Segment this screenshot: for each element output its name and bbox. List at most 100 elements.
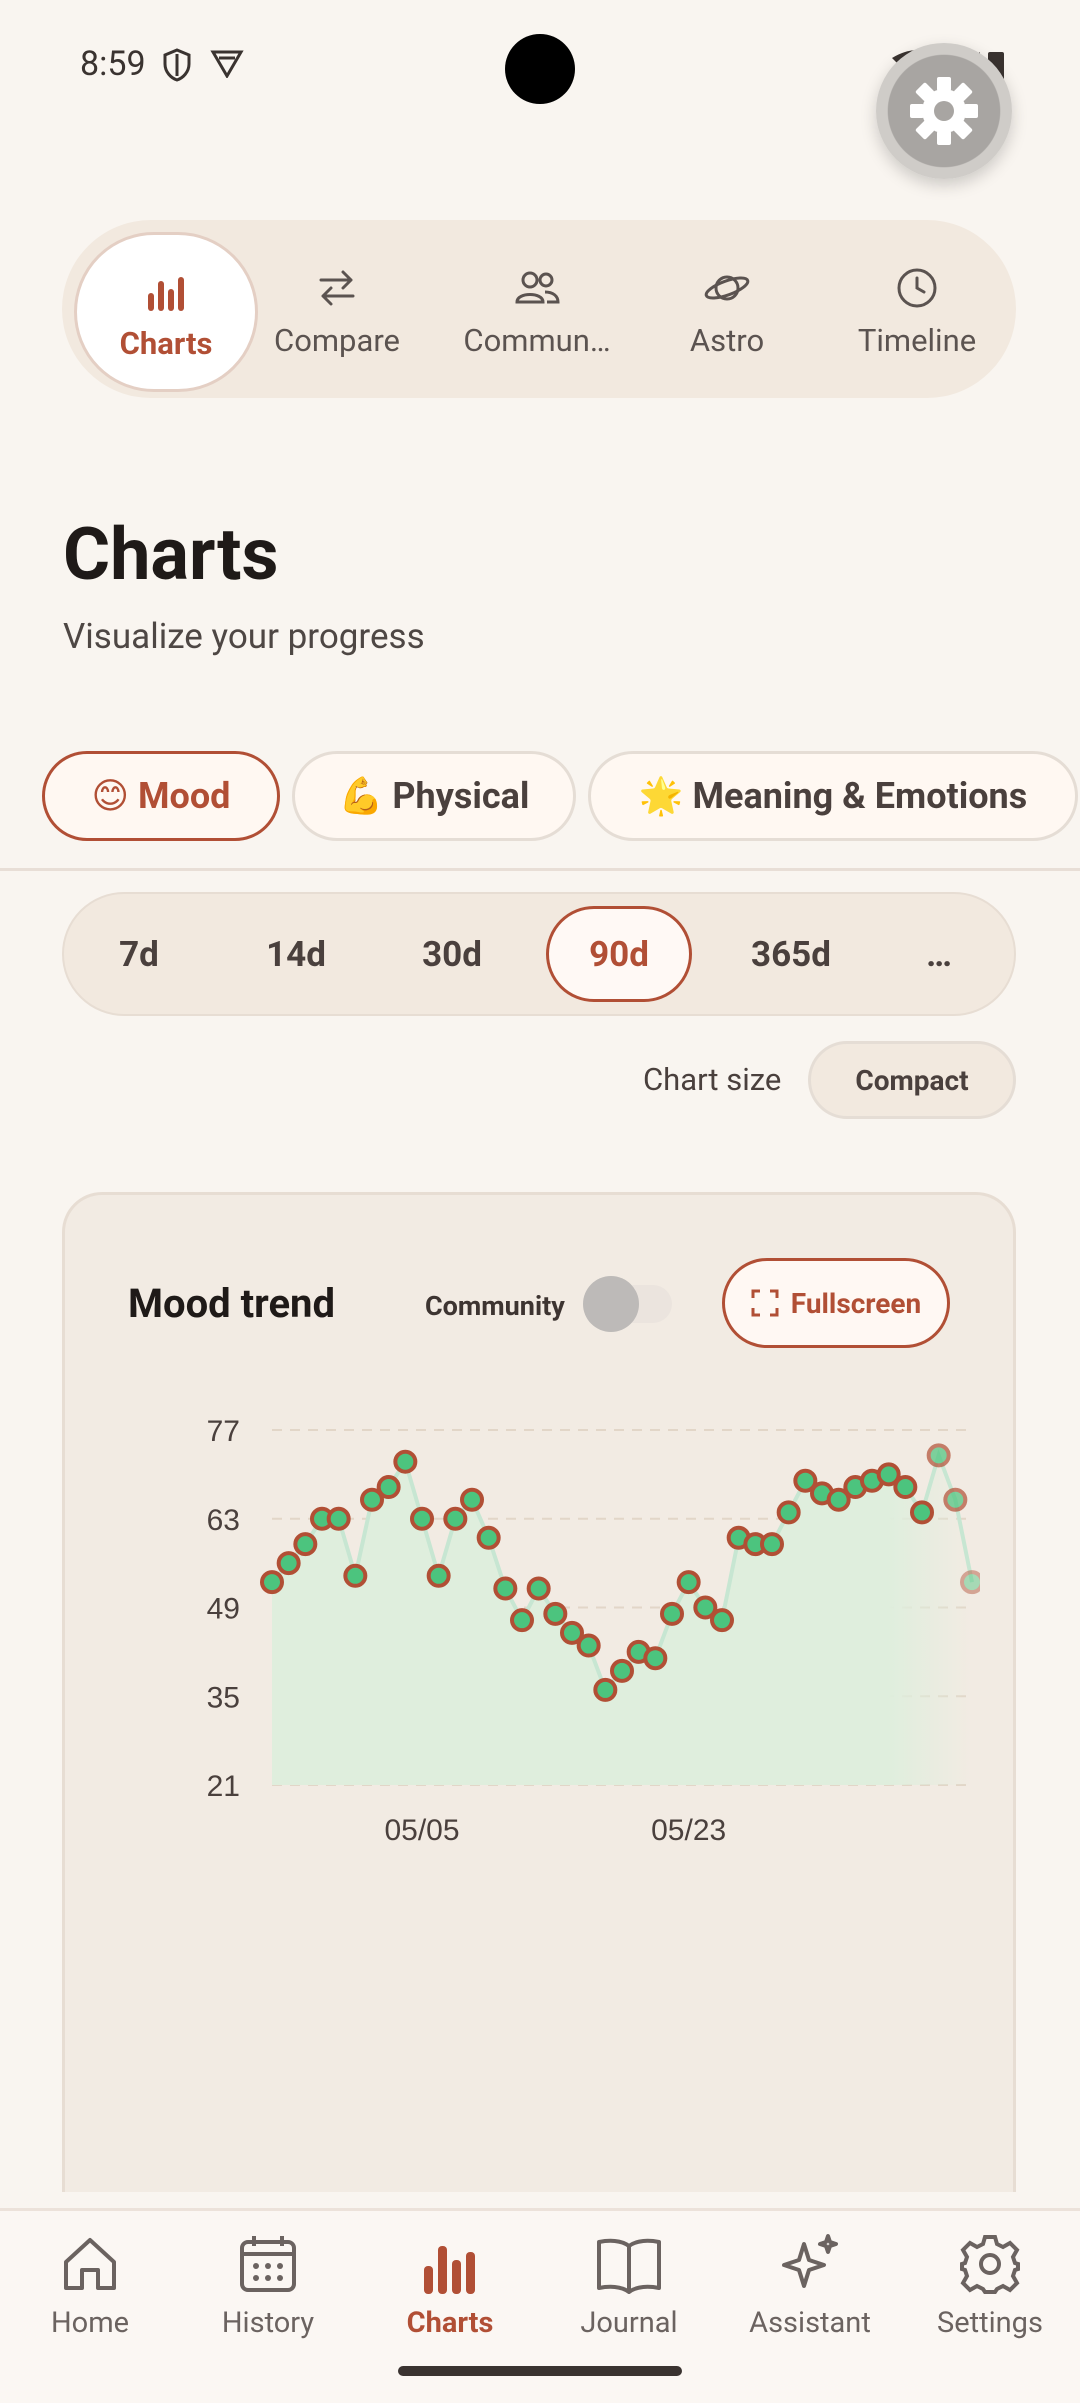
home-indicator — [398, 2366, 682, 2376]
data-point — [376, 1475, 401, 1500]
nav-charts[interactable]: Charts — [360, 2228, 540, 2340]
chart-title: Mood trend — [128, 1280, 335, 1327]
y-tick-label: 77 — [207, 1415, 240, 1448]
data-point — [510, 1608, 534, 1633]
bar-chart-icon — [148, 276, 184, 311]
nav-journal[interactable]: Journal — [539, 2228, 719, 2340]
nav-assistant[interactable]: Assistant — [720, 2228, 900, 2340]
page-subtitle: Visualize your progress — [63, 616, 425, 657]
nav-label: Journal — [580, 2306, 678, 2340]
status-time: 8:59 — [80, 44, 146, 84]
tab-label: Astro — [689, 321, 765, 359]
clock-icon — [897, 268, 937, 307]
people-icon — [515, 271, 560, 303]
chart-size-label: Chart size — [643, 1061, 782, 1098]
bar-chart-icon — [424, 2246, 475, 2294]
y-tick-label: 21 — [207, 1770, 240, 1803]
data-point — [476, 1525, 501, 1550]
mood-trend-chart[interactable]: 77 63 49 35 21 05/05 05/23 — [180, 1380, 980, 1860]
shield-icon — [163, 48, 191, 82]
data-point — [326, 1506, 351, 1531]
chart-size-button[interactable]: Compact — [808, 1041, 1016, 1119]
y-tick-label: 63 — [207, 1504, 240, 1537]
data-point — [610, 1658, 634, 1683]
data-point — [660, 1601, 684, 1626]
data-point — [410, 1506, 434, 1531]
chip-meaning-emotions[interactable]: 🌟 Meaning & Emotions — [588, 751, 1078, 841]
gear-icon — [910, 77, 978, 145]
data-point — [426, 1563, 451, 1588]
nav-label: Home — [50, 2306, 130, 2340]
divider — [0, 868, 1080, 871]
front-camera — [505, 34, 575, 104]
data-point — [493, 1576, 518, 1601]
fullscreen-button[interactable]: Fullscreen — [722, 1258, 950, 1348]
tab-community[interactable]: Commun… — [457, 220, 617, 398]
range-30d[interactable]: 30d — [397, 894, 507, 1014]
tab-label: Charts — [119, 324, 213, 362]
x-tick-label: 05/05 — [384, 1814, 459, 1847]
data-point — [260, 1570, 284, 1595]
data-point — [643, 1646, 668, 1671]
data-point — [943, 1487, 968, 1512]
planet-icon — [704, 275, 750, 300]
chip-physical[interactable]: 💪 Physical — [292, 751, 576, 841]
data-point — [926, 1443, 951, 1468]
data-point — [760, 1532, 784, 1557]
nav-label: Assistant — [749, 2306, 871, 2340]
tab-compare[interactable]: Compare — [272, 220, 402, 398]
swap-arrows-icon — [319, 270, 355, 305]
nav-history[interactable]: History — [178, 2228, 358, 2340]
fullscreen-label: Fullscreen — [790, 1286, 922, 1320]
data-point — [460, 1487, 484, 1512]
data-point — [276, 1551, 301, 1576]
nav-label: Charts — [406, 2306, 494, 2340]
y-tick-label: 49 — [207, 1593, 240, 1626]
community-label: Community — [425, 1290, 565, 1322]
nav-label: Settings — [937, 2306, 1043, 2340]
tab-astro[interactable]: Astro — [662, 220, 792, 398]
range-7d[interactable]: 7d — [84, 894, 194, 1014]
range-90d[interactable]: 90d — [546, 906, 692, 1002]
nav-home[interactable]: Home — [0, 2228, 180, 2340]
range-more[interactable]: … — [894, 894, 984, 1014]
y-tick-label: 35 — [207, 1681, 240, 1714]
gear-icon — [960, 2235, 1020, 2294]
data-point — [293, 1532, 318, 1557]
top-tab-strip: Charts Compare Commun… Astro Timeline — [62, 220, 1016, 398]
calendar-icon — [240, 2236, 296, 2292]
tab-label: Compare — [274, 321, 400, 359]
page-title: Charts — [63, 512, 279, 597]
data-point — [910, 1500, 934, 1525]
data-point — [543, 1601, 568, 1626]
tab-timeline[interactable]: Timeline — [842, 220, 992, 398]
tab-charts[interactable]: Charts — [74, 232, 258, 392]
range-selector: 7d 14d 30d 90d 365d … — [62, 892, 1016, 1016]
fullscreen-icon — [751, 1289, 779, 1317]
data-point — [593, 1677, 618, 1702]
chip-mood[interactable]: 😊 Mood — [42, 751, 280, 841]
tab-label: Commun… — [463, 321, 611, 359]
status-icons — [162, 48, 244, 82]
tab-label: Timeline — [857, 321, 977, 359]
data-point — [526, 1576, 551, 1601]
range-14d[interactable]: 14d — [241, 894, 351, 1014]
nav-settings[interactable]: Settings — [900, 2228, 1080, 2340]
range-365d[interactable]: 365d — [726, 894, 856, 1014]
home-icon — [64, 2238, 116, 2290]
nav-label: History — [221, 2306, 315, 2340]
data-point — [443, 1506, 468, 1531]
quick-settings-fab[interactable] — [876, 43, 1012, 179]
data-point — [776, 1500, 801, 1525]
data-point — [343, 1563, 368, 1588]
community-toggle-knob[interactable] — [583, 1276, 639, 1332]
data-point — [676, 1570, 701, 1595]
data-point — [893, 1475, 918, 1500]
data-point — [960, 1570, 980, 1595]
vpn-icon — [210, 50, 244, 78]
data-point — [710, 1608, 734, 1633]
data-point — [576, 1633, 601, 1658]
book-icon — [597, 2238, 661, 2294]
data-point — [393, 1449, 418, 1474]
x-tick-label: 05/23 — [651, 1814, 726, 1847]
